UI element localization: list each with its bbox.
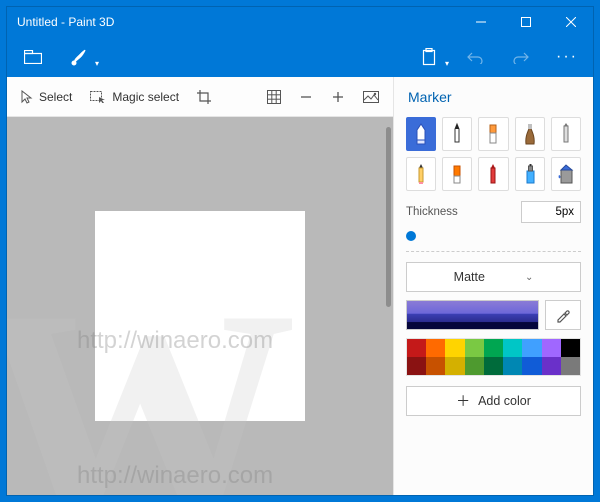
color-palette — [406, 338, 581, 376]
zoom-in-button[interactable] — [323, 81, 353, 113]
finish-label: Matte — [454, 270, 485, 284]
menu-brushes-button[interactable]: ▾ — [61, 42, 97, 72]
thickness-label: Thickness — [406, 206, 458, 218]
sidebar-title: Marker — [406, 87, 581, 109]
workspace: Select Magic select — [7, 77, 393, 495]
add-color-label: Add color — [478, 394, 531, 408]
brush-eraser[interactable] — [442, 157, 472, 191]
finish-dropdown[interactable]: Matte ⌄ — [406, 262, 581, 292]
magic-select-label: Magic select — [112, 90, 179, 104]
view-button[interactable] — [355, 81, 387, 113]
color-swatch[interactable] — [542, 357, 561, 375]
color-swatch[interactable] — [503, 339, 522, 357]
thickness-row: Thickness — [406, 201, 581, 223]
current-color-row — [406, 300, 581, 330]
thickness-slider[interactable] — [406, 231, 581, 241]
select-tool-button[interactable]: Select — [13, 81, 80, 113]
brush-fill[interactable] — [551, 157, 581, 191]
color-swatch[interactable] — [484, 339, 503, 357]
menu-undo-button[interactable] — [457, 42, 493, 72]
color-swatch[interactable] — [426, 339, 445, 357]
menu-more-button[interactable]: ··· — [549, 42, 585, 72]
color-swatch[interactable] — [407, 357, 426, 375]
color-swatch[interactable] — [561, 339, 580, 357]
current-color-swatch[interactable] — [406, 300, 539, 330]
canvas-viewport[interactable]: W http://winaero.com http://winaero.com — [7, 117, 393, 495]
color-swatch[interactable] — [465, 339, 484, 357]
color-swatch[interactable] — [445, 357, 464, 375]
brush-oil[interactable] — [478, 117, 508, 151]
crop-button[interactable] — [189, 81, 219, 113]
brush-pencil[interactable] — [406, 157, 436, 191]
brush-calligraphy[interactable] — [442, 117, 472, 151]
color-swatch[interactable] — [426, 357, 445, 375]
minimize-button[interactable] — [458, 7, 503, 37]
chevron-down-icon: ▾ — [445, 59, 449, 68]
color-swatch[interactable] — [445, 339, 464, 357]
menu-redo-button[interactable] — [503, 42, 539, 72]
color-swatch[interactable] — [542, 339, 561, 357]
color-swatch[interactable] — [522, 339, 541, 357]
watermark-text: http://winaero.com — [77, 462, 273, 490]
canvas-toolbar: Select Magic select — [7, 77, 393, 117]
brush-spray[interactable] — [515, 157, 545, 191]
menubar: ▾ ▾ ··· — [7, 37, 593, 77]
color-swatch[interactable] — [484, 357, 503, 375]
magic-select-button[interactable]: Magic select — [82, 81, 187, 113]
zoom-out-button[interactable] — [291, 81, 321, 113]
select-label: Select — [39, 90, 72, 104]
canvas[interactable] — [95, 211, 305, 421]
app-window: Untitled - Paint 3D ▾ ▾ ·· — [6, 6, 594, 496]
brush-sidebar: Marker — [393, 77, 593, 495]
add-color-button[interactable]: ＋ Add color — [406, 386, 581, 416]
brush-marker[interactable] — [406, 117, 436, 151]
chevron-down-icon: ▾ — [95, 59, 99, 68]
menu-paste-button[interactable]: ▾ — [411, 42, 447, 72]
brush-picker — [406, 117, 581, 191]
brush-pen[interactable] — [551, 117, 581, 151]
maximize-button[interactable] — [503, 7, 548, 37]
chevron-down-icon: ⌄ — [525, 272, 533, 283]
close-button[interactable] — [548, 7, 593, 37]
menu-file-button[interactable] — [15, 42, 51, 72]
color-swatch[interactable] — [503, 357, 522, 375]
grid-button[interactable] — [259, 81, 289, 113]
brush-watercolor[interactable] — [515, 117, 545, 151]
window-title: Untitled - Paint 3D — [7, 15, 458, 29]
content-area: Select Magic select — [7, 77, 593, 495]
color-swatch[interactable] — [407, 339, 426, 357]
color-swatch[interactable] — [465, 357, 484, 375]
plus-icon: ＋ — [456, 391, 470, 411]
eyedropper-button[interactable] — [545, 300, 581, 330]
titlebar: Untitled - Paint 3D — [7, 7, 593, 37]
vertical-scrollbar[interactable] — [386, 127, 391, 307]
color-swatch[interactable] — [522, 357, 541, 375]
brush-crayon[interactable] — [478, 157, 508, 191]
color-swatch[interactable] — [561, 357, 580, 375]
slider-thumb[interactable] — [406, 231, 416, 241]
thickness-input[interactable] — [521, 201, 581, 223]
divider — [406, 251, 581, 252]
